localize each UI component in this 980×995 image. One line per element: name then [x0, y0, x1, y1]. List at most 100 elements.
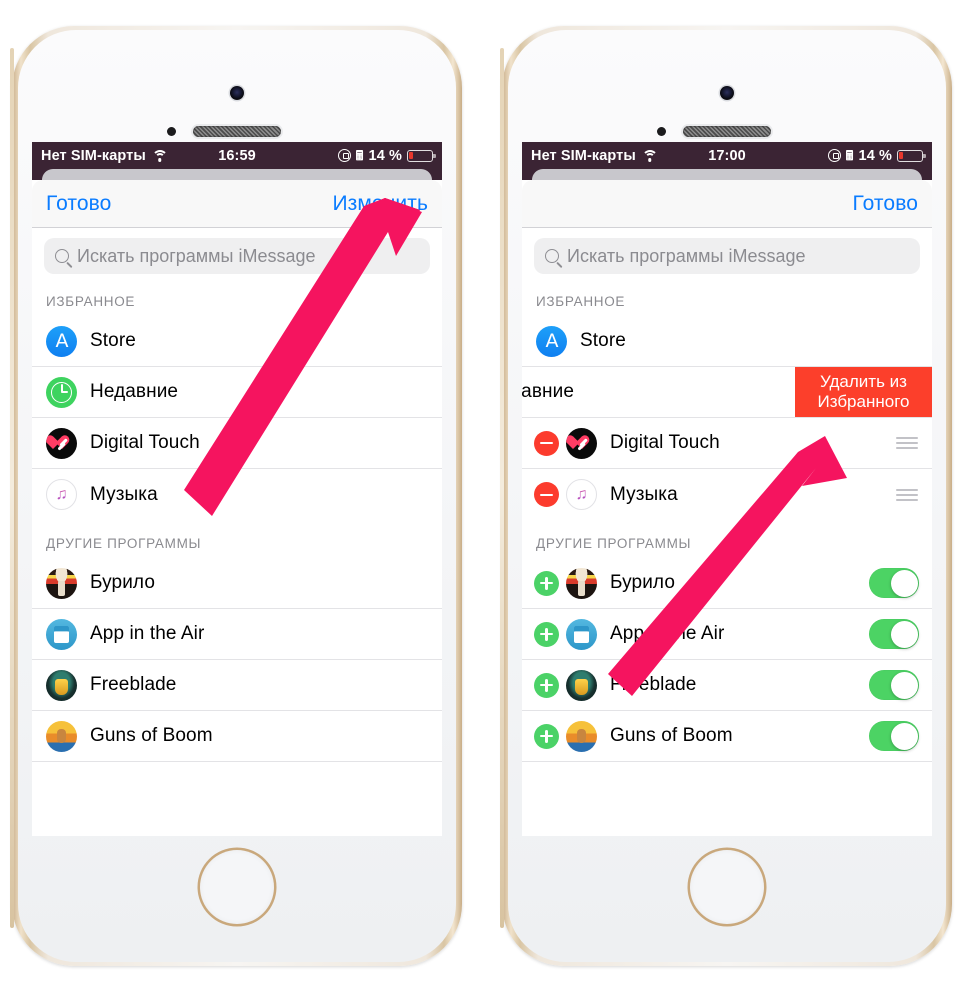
phone-left-rail — [10, 48, 14, 928]
add-icon[interactable] — [534, 723, 559, 749]
status-bar-left: Нет SIM-карты — [531, 148, 658, 164]
apple-music-icon — [46, 479, 77, 510]
burilo-app-icon — [46, 567, 77, 599]
status-bar-right: 🖩 14 % — [827, 147, 926, 164]
imessage-apps-sheet: Готово Изменить Искать программы iMessag… — [32, 180, 442, 836]
phone-left-rail — [500, 48, 504, 928]
bluetooth-icon: 🖩 — [355, 148, 364, 163]
battery-percent-label: 14 % — [368, 147, 402, 164]
list-item-label: App in the Air — [90, 623, 205, 644]
list-item-label: Бурило — [90, 572, 155, 593]
imessage-apps-sheet-editing: Готово Искать программы iMessage ИЗБРАНН… — [522, 180, 932, 836]
screen-right: Нет SIM-карты 17:00 🖩 14 % Готово Искать… — [522, 142, 932, 836]
battery-percent-label: 14 % — [858, 147, 892, 164]
iphone-left: Нет SIM-карты 16:59 🖩 14 % Готово Измени… — [10, 8, 462, 986]
search-container: Искать программы iMessage — [32, 228, 442, 278]
sheet-navbar: Готово — [522, 180, 932, 228]
list-item-label: Store — [580, 330, 626, 351]
list-item-music[interactable]: Музыка — [32, 469, 442, 520]
search-placeholder: Искать программы iMessage — [77, 245, 316, 266]
visibility-toggle[interactable] — [869, 670, 919, 700]
add-icon[interactable] — [534, 672, 559, 698]
list-item-digital-touch[interactable]: Digital Touch — [32, 418, 442, 469]
app-store-icon — [536, 325, 567, 357]
add-icon[interactable] — [534, 570, 559, 596]
search-icon — [55, 249, 69, 263]
list-item-freeblade[interactable]: Freeblade — [522, 660, 932, 711]
list-item-app-in-the-air[interactable]: App in the Air — [522, 609, 932, 660]
digital-touch-icon — [46, 427, 77, 459]
screen-left: Нет SIM-карты 16:59 🖩 14 % Готово Измени… — [32, 142, 442, 836]
visibility-toggle[interactable] — [869, 568, 919, 598]
list-item-recents[interactable]: Недавние — [32, 367, 442, 418]
list-item-digital-touch[interactable]: Digital Touch — [522, 418, 932, 469]
freeblade-app-icon — [566, 669, 597, 701]
guns-of-boom-icon — [566, 720, 597, 752]
edit-button[interactable]: Изменить — [332, 192, 428, 216]
status-bar: Нет SIM-карты 16:59 🖩 14 % — [32, 142, 442, 169]
list-item-label: Музыка — [90, 483, 158, 505]
battery-icon — [407, 149, 436, 162]
search-input[interactable]: Искать программы iMessage — [44, 238, 430, 274]
sheet-navbar: Готово Изменить — [32, 180, 442, 228]
list-item-label: Freeblade — [90, 674, 177, 695]
screenshot-stage: Нет SIM-карты 16:59 🖩 14 % Готово Измени… — [0, 0, 980, 995]
list-item-label: App in the Air — [610, 623, 725, 644]
list-item-label: Digital Touch — [610, 432, 720, 453]
search-icon — [545, 249, 559, 263]
section-header-other-apps: ДРУГИЕ ПРОГРАММЫ — [46, 536, 202, 551]
done-button[interactable]: Готово — [853, 192, 918, 216]
front-camera-icon — [230, 86, 244, 100]
iphone-right: Нет SIM-карты 17:00 🖩 14 % Готово Искать… — [500, 8, 952, 986]
carrier-label: Нет SIM-карты — [531, 147, 636, 164]
search-placeholder: Искать программы iMessage — [567, 245, 806, 266]
list-item-store[interactable]: Store — [522, 316, 932, 367]
list-item-burilo[interactable]: Бурило — [32, 558, 442, 609]
list-item-app-in-the-air[interactable]: App in the Air — [32, 609, 442, 660]
list-item-guns-of-boom[interactable]: Guns of Boom — [32, 711, 442, 762]
guns-of-boom-icon — [46, 720, 77, 752]
list-item-music[interactable]: Музыка — [522, 469, 932, 520]
list-item-label: Freeblade — [610, 674, 697, 695]
visibility-toggle[interactable] — [869, 619, 919, 649]
app-in-the-air-icon — [46, 618, 77, 650]
status-bar-left: Нет SIM-карты — [41, 148, 168, 164]
list-item-burilo[interactable]: Бурило — [522, 558, 932, 609]
recents-clock-icon — [46, 376, 77, 408]
rotation-lock-icon — [337, 149, 351, 162]
list-item-freeblade[interactable]: Freeblade — [32, 660, 442, 711]
reorder-grip-icon[interactable] — [896, 434, 918, 452]
section-header-favorites: ИЗБРАННОЕ — [46, 294, 136, 309]
proximity-sensor-icon — [657, 127, 666, 136]
sheet-grabber — [32, 169, 442, 185]
list-item-store[interactable]: Store — [32, 316, 442, 367]
burilo-app-icon — [566, 567, 597, 599]
app-in-the-air-icon — [566, 618, 597, 650]
list-item-label: Guns of Boom — [610, 725, 733, 746]
list-item-label: Недавние — [90, 381, 179, 402]
bluetooth-icon: 🖩 — [845, 148, 854, 163]
section-header-other-apps: ДРУГИЕ ПРОГРАММЫ — [536, 536, 692, 551]
rotation-lock-icon — [827, 149, 841, 162]
remove-icon[interactable] — [534, 430, 559, 456]
search-container: Искать программы iMessage — [522, 228, 932, 278]
home-button[interactable] — [200, 850, 274, 924]
visibility-toggle[interactable] — [869, 721, 919, 751]
search-input[interactable]: Искать программы iMessage — [534, 238, 920, 274]
status-bar: Нет SIM-карты 17:00 🖩 14 % — [522, 142, 932, 169]
remove-from-favorites-button[interactable]: Удалить из Избранного — [795, 367, 932, 417]
done-button[interactable]: Готово — [46, 192, 111, 216]
home-button[interactable] — [690, 850, 764, 924]
list-item-guns-of-boom[interactable]: Guns of Boom — [522, 711, 932, 762]
apple-music-icon — [566, 479, 597, 510]
battery-icon — [897, 149, 926, 162]
reorder-grip-icon[interactable] — [896, 486, 918, 504]
add-icon[interactable] — [534, 621, 559, 647]
wifi-icon — [151, 149, 168, 162]
earpiece-speaker-icon — [683, 126, 771, 137]
list-item-label: Бурило — [610, 572, 675, 593]
list-item-recents-swiped[interactable]: давние Удалить из Избранного — [522, 367, 932, 418]
proximity-sensor-icon — [167, 127, 176, 136]
remove-icon[interactable] — [534, 482, 559, 507]
carrier-label: Нет SIM-карты — [41, 147, 146, 164]
